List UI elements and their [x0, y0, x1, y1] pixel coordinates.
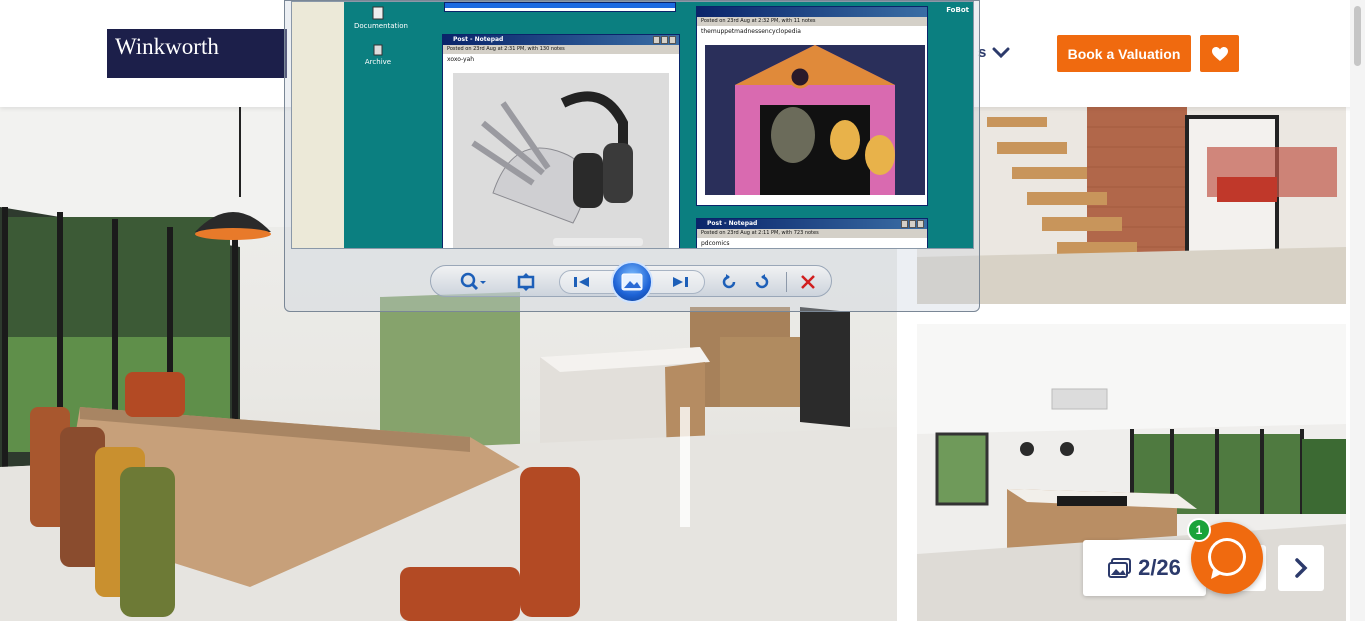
rotate-right-icon [755, 274, 769, 289]
notepad-window-2[interactable]: Posted on 23rd Aug at 2:32 PM, with 11 n… [696, 6, 928, 206]
rotate-left-icon [722, 274, 736, 289]
page-scrollbar[interactable] [1350, 0, 1365, 621]
notepad-window-partial [444, 2, 676, 12]
recycle-bin-icon [373, 44, 383, 56]
notepad-user: themuppetmadnessencyclopedia [701, 28, 801, 35]
toolbar-divider [786, 272, 787, 292]
document-icon [372, 6, 384, 20]
page: Winkworth s Book a Valuation 2/26 1 Docu… [0, 0, 1365, 621]
notepad-info: Posted on 23rd Aug at 2:32 PM, with 11 n… [697, 17, 927, 26]
desktop-icon-label: Documentation [354, 22, 408, 30]
headphone-stand-image [453, 73, 669, 248]
notepad-title [697, 7, 927, 17]
desktop-strip [292, 2, 344, 248]
window-controls[interactable] [901, 220, 925, 228]
window-controls[interactable] [653, 36, 677, 44]
property-photo-staircase[interactable] [917, 107, 1346, 304]
winkworth-logo[interactable]: Winkworth [107, 29, 287, 78]
notepad-title: Post - Notepad [697, 219, 927, 229]
chevron-down-icon [992, 47, 1010, 58]
notepad-window-3[interactable]: Post - Notepad Posted on 23rd Aug at 2:1… [696, 218, 928, 248]
viewer-image: Documentation Archive Post - Notepad Pos… [291, 1, 974, 249]
notepad-info: Posted on 23rd Aug at 2:11 PM, with 723 … [697, 229, 927, 238]
next-photo-button[interactable] [1278, 545, 1324, 591]
next-icon [673, 277, 688, 287]
nav-menu-item[interactable]: s [978, 44, 1010, 61]
staircase-image [917, 107, 1346, 304]
archive-desktop-icon[interactable]: Archive [354, 42, 402, 66]
close-icon [801, 275, 815, 289]
fobot-brand: FoBot [946, 6, 969, 14]
notepad-user: xoxo-yah [447, 56, 475, 63]
rotate-counterclockwise-button[interactable] [716, 270, 742, 294]
next-button[interactable] [667, 270, 693, 294]
zoom-icon [460, 272, 486, 291]
heart-icon [1211, 46, 1228, 61]
actual-size-button[interactable] [513, 270, 539, 294]
rotate-clockwise-button[interactable] [749, 270, 775, 294]
book-valuation-button[interactable]: Book a Valuation [1057, 35, 1191, 72]
photo-counter-text: 2/26 [1138, 555, 1181, 580]
scrollbar-thumb[interactable] [1354, 6, 1361, 66]
muppets-image [705, 45, 925, 195]
notepad-title: Post - Notepad [443, 35, 679, 45]
chat-bubble-icon [1208, 538, 1246, 579]
photo-viewer-window[interactable]: Documentation Archive Post - Notepad Pos… [284, 0, 980, 312]
notepad-window-1[interactable]: Post - Notepad Posted on 23rd Aug at 2:3… [442, 34, 680, 248]
chevron-right-icon [1295, 558, 1308, 578]
documentation-desktop-icon[interactable]: Documentation [354, 6, 408, 30]
slideshow-icon [621, 273, 643, 291]
zoom-button[interactable] [455, 270, 491, 294]
previous-button[interactable] [569, 270, 595, 294]
previous-icon [574, 277, 589, 287]
desktop-icon-label: Archive [364, 58, 392, 66]
notepad-user: pdcomics [701, 240, 730, 247]
fit-window-icon [517, 273, 535, 291]
photo-counter[interactable]: 2/26 [1083, 540, 1206, 596]
notepad-info: Posted on 23rd Aug at 2:31 PM, with 130 … [443, 45, 679, 54]
favourite-button[interactable] [1200, 35, 1239, 72]
slideshow-button[interactable] [611, 261, 653, 303]
chat-notification-badge: 1 [1187, 518, 1211, 542]
viewer-toolbar [430, 261, 832, 303]
delete-button[interactable] [795, 270, 821, 294]
gallery-icon [1108, 558, 1132, 578]
